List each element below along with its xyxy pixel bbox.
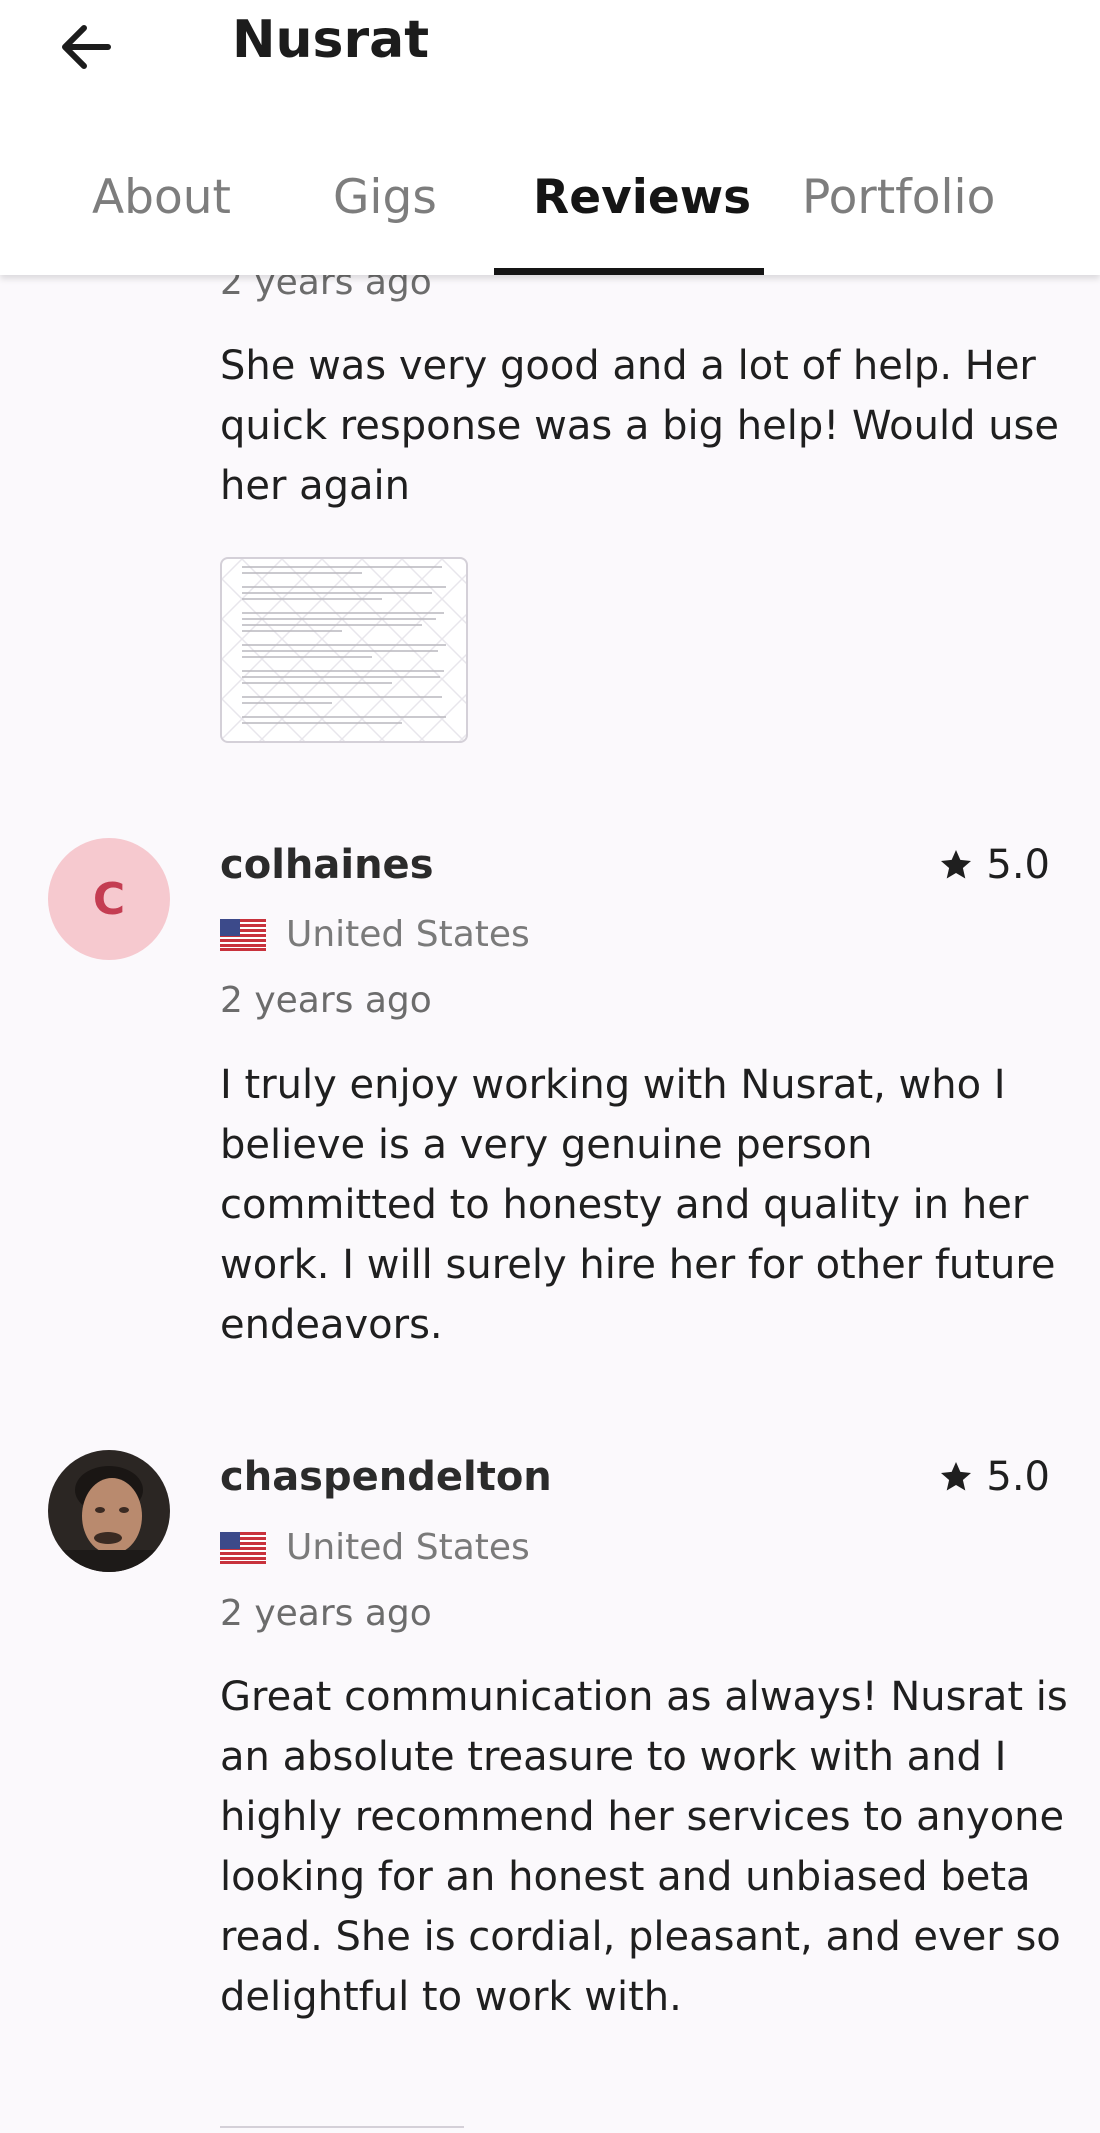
reviews-list: 2 years ago She was very good and a lot … xyxy=(0,0,1100,2131)
profile-header: Nusrat About Gigs Reviews Portfolio xyxy=(0,0,1100,275)
page-title: Nusrat xyxy=(232,10,430,70)
rating-value: 5.0 xyxy=(986,842,1050,888)
reviewer-username[interactable]: colhaines xyxy=(220,842,434,888)
arrow-left-icon xyxy=(62,25,111,69)
star-icon xyxy=(941,1462,972,1491)
document-preview-icon xyxy=(222,559,466,741)
review-rating: 5.0 xyxy=(938,842,1050,888)
us-flag-icon xyxy=(220,918,266,951)
review-rating: 5.0 xyxy=(938,1454,1050,1500)
review-text: I truly enjoy working with Nusrat, who I… xyxy=(220,1062,1056,1348)
tab-about[interactable]: About xyxy=(92,170,231,225)
back-button[interactable] xyxy=(52,12,122,82)
review-text: She was very good and a lot of help. Her… xyxy=(220,343,1060,509)
review-text: Great communication as always! Nusrat is… xyxy=(220,1674,1068,2020)
reviewer-country: United States xyxy=(220,1527,530,1568)
avatar[interactable]: C xyxy=(48,838,170,960)
avatar[interactable] xyxy=(48,1450,170,1572)
reviewer-country: United States xyxy=(220,914,530,955)
rating-value: 5.0 xyxy=(986,1454,1050,1500)
tab-gigs[interactable]: Gigs xyxy=(333,170,437,225)
us-flag-icon xyxy=(220,1531,266,1564)
tab-reviews[interactable]: Reviews xyxy=(533,170,751,225)
review-attachment-thumbnail[interactable] xyxy=(220,557,468,743)
reviewer-username[interactable]: chaspendelton xyxy=(220,1454,552,1500)
star-icon xyxy=(941,850,972,879)
user-photo-icon xyxy=(48,1450,170,1572)
active-tab-indicator xyxy=(494,268,764,275)
review-timestamp: 2 years ago xyxy=(220,1593,432,1634)
tab-portfolio[interactable]: Portfolio xyxy=(802,170,995,225)
country-name: United States xyxy=(286,1527,530,1568)
review-attachment-thumbnail[interactable] xyxy=(220,2126,464,2133)
country-name: United States xyxy=(286,914,530,955)
review-timestamp: 2 years ago xyxy=(220,980,432,1021)
